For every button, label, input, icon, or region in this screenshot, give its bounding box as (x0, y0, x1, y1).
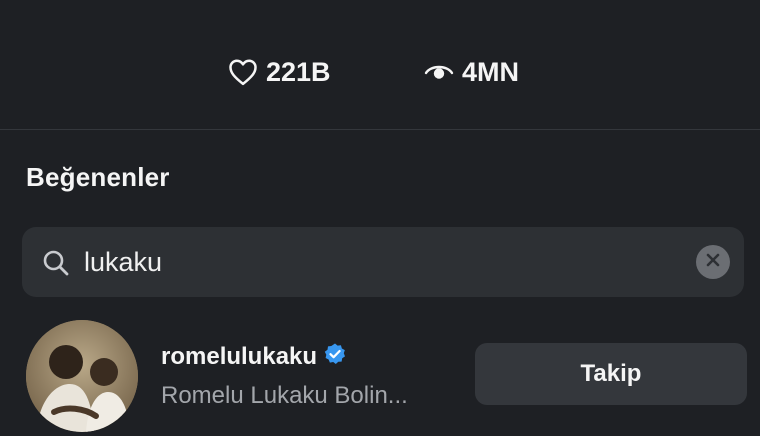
clear-x-icon (706, 253, 720, 272)
views-count: 4MN (462, 56, 520, 87)
username-label: romelulukaku (161, 342, 318, 370)
likes-count: 221B (266, 56, 331, 87)
user-result-row[interactable]: romelulukaku Romelu Lukaku Bolin... Taki… (0, 318, 760, 436)
likes-stat[interactable]: 221B (228, 52, 331, 92)
clear-search-button[interactable] (696, 245, 730, 279)
post-stats: 221B 4MN (0, 52, 760, 92)
section-divider (0, 129, 760, 130)
verified-badge-icon (323, 342, 347, 371)
search-icon (42, 249, 70, 282)
search-bar[interactable] (22, 227, 744, 297)
eye-icon (424, 61, 454, 83)
avatar[interactable] (26, 320, 138, 432)
section-title: Beğenenler (26, 162, 170, 192)
search-input[interactable] (84, 227, 684, 297)
user-full-name: Romelu Lukaku Bolin... (161, 382, 408, 409)
heart-outline-icon (228, 58, 258, 86)
views-stat: 4MN (424, 52, 519, 92)
follow-button[interactable]: Takip (475, 343, 747, 405)
username[interactable]: romelulukaku (161, 342, 347, 371)
